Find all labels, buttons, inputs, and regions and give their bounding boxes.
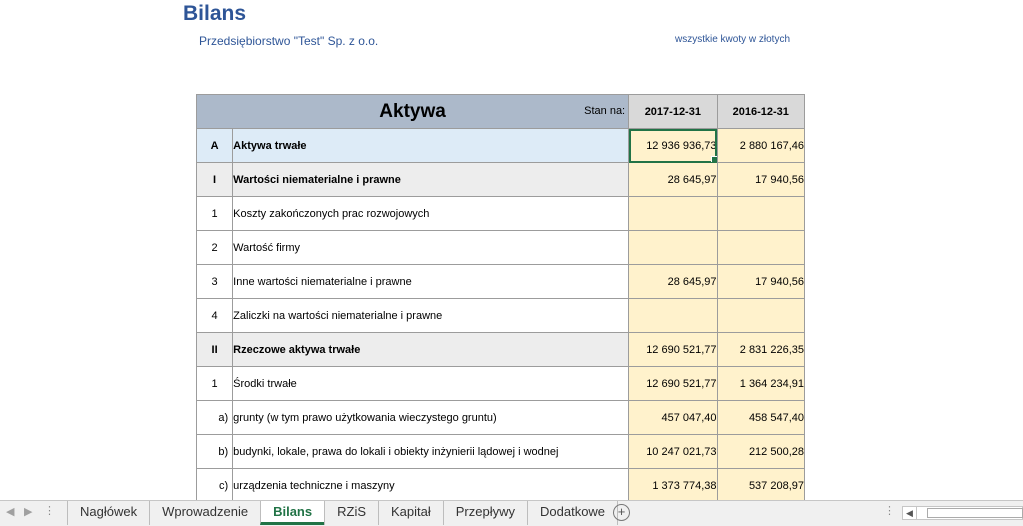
table-row: I Wartości niematerialne i prawne 28 645… [195, 162, 806, 197]
row-index[interactable]: a) [195, 400, 234, 435]
value-cell-previous[interactable] [716, 230, 806, 265]
table-row: 3 Inne wartości niematerialne i prawne 2… [195, 264, 806, 299]
row-description[interactable]: Aktywa trwałe [232, 128, 630, 163]
row-index[interactable]: c) [195, 468, 234, 500]
sheet-tab-bar: ◀ ▶ ⋮ Nagłówek Wprowadzenie Bilans RZiS … [0, 500, 1023, 526]
scroll-split-dots-icon[interactable]: ⋮ [884, 504, 895, 517]
scroll-left-icon[interactable]: ◀ [903, 507, 917, 519]
value-cell-previous[interactable] [716, 196, 806, 231]
value-cell-previous[interactable]: 2 880 167,46 [716, 128, 806, 163]
scrollbar-thumb[interactable] [927, 508, 1023, 518]
table-row: c) urządzenia techniczne i maszyny 1 373… [195, 468, 806, 500]
date-header-current[interactable]: 2017-12-31 [628, 94, 718, 129]
sheet-tabs: Nagłówek Wprowadzenie Bilans RZiS Kapita… [67, 501, 619, 526]
fill-handle[interactable] [710, 156, 717, 162]
row-description[interactable]: grunty (w tym prawo użytkowania wieczyst… [232, 400, 630, 435]
row-index[interactable]: 4 [195, 298, 234, 333]
company-name: Przedsiębiorstwo "Test" Sp. z o.o. [199, 34, 379, 48]
table-row: A Aktywa trwałe 12 936 936,73 2 880 167,… [195, 128, 806, 163]
value-cell-current[interactable]: 12 690 521,77 [628, 366, 718, 401]
value-cell-current[interactable]: 28 645,97 [628, 162, 718, 197]
stan-label: Stan na: [584, 105, 626, 117]
row-description[interactable]: Zaliczki na wartości niematerialne i pra… [232, 298, 630, 333]
value-cell-previous[interactable]: 17 940,56 [716, 162, 806, 197]
table-title: Aktywa [379, 100, 446, 122]
tab-overflow-dots-icon: ⋮ [44, 505, 55, 517]
date-header-previous[interactable]: 2016-12-31 [716, 94, 806, 129]
value-cell-previous[interactable]: 1 364 234,91 [716, 366, 806, 401]
table-header-row: Aktywa Stan na: 2017-12-31 2016-12-31 [195, 94, 806, 129]
row-index[interactable]: b) [195, 434, 234, 469]
table-row: II Rzeczowe aktywa trwałe 12 690 521,77 … [195, 332, 806, 367]
row-description[interactable]: Inne wartości niematerialne i prawne [232, 264, 630, 299]
horizontal-scrollbar[interactable]: ◀ [902, 506, 1023, 520]
balance-table: Aktywa Stan na: 2017-12-31 2016-12-31 A … [195, 94, 806, 500]
table-row: 1 Koszty zakończonych prac rozwojowych [195, 196, 806, 231]
table-row: 4 Zaliczki na wartości niematerialne i p… [195, 298, 806, 333]
row-index[interactable]: 1 [195, 366, 234, 401]
table-row: 1 Środki trwałe 12 690 521,77 1 364 234,… [195, 366, 806, 401]
tab-dodatkowe[interactable]: Dodatkowe [527, 501, 619, 525]
tab-naglowek[interactable]: Nagłówek [67, 501, 149, 525]
value-cell-current[interactable] [628, 196, 718, 231]
value-cell-previous[interactable] [716, 298, 806, 333]
chevron-right-icon[interactable]: ▶ [24, 505, 32, 518]
value-cell-current[interactable]: 1 373 774,38 [628, 468, 718, 500]
chevron-left-icon[interactable]: ◀ [6, 505, 14, 518]
amounts-note: wszystkie kwoty w złotych [675, 34, 791, 45]
value-cell-current[interactable]: 457 047,40 [628, 400, 718, 435]
value-cell-previous[interactable]: 2 831 226,35 [716, 332, 806, 367]
tab-przeplywy[interactable]: Przepływy [442, 501, 527, 525]
row-description[interactable]: Wartość firmy [232, 230, 630, 265]
value-cell-current[interactable]: 10 247 021,73 [628, 434, 718, 469]
table-row: a) grunty (w tym prawo użytkowania wiecz… [195, 400, 806, 435]
tab-wprowadzenie[interactable]: Wprowadzenie [149, 501, 260, 525]
value-text: 12 936 936,73 [646, 139, 717, 152]
value-cell-previous[interactable]: 458 547,40 [716, 400, 806, 435]
row-description[interactable]: Wartości niematerialne i prawne [232, 162, 630, 197]
row-index[interactable]: 3 [195, 264, 234, 299]
value-cell-current[interactable]: 28 645,97 [628, 264, 718, 299]
table-title-cell[interactable]: Aktywa Stan na: [195, 94, 630, 129]
plus-circle-icon[interactable]: + [613, 504, 630, 521]
table-row: b) budynki, lokale, prawa do lokali i ob… [195, 434, 806, 469]
value-cell-previous[interactable]: 537 208,97 [716, 468, 806, 500]
value-cell-previous[interactable]: 17 940,56 [716, 264, 806, 299]
row-index[interactable]: 2 [195, 230, 234, 265]
worksheet: Bilans Przedsiębiorstwo "Test" Sp. z o.o… [0, 0, 1023, 500]
row-index[interactable]: II [195, 332, 234, 367]
value-cell-current[interactable] [628, 230, 718, 265]
tab-kapital[interactable]: Kapitał [378, 501, 443, 525]
value-cell-current[interactable] [628, 298, 718, 333]
row-description[interactable]: Rzeczowe aktywa trwałe [232, 332, 630, 367]
row-description[interactable]: budynki, lokale, prawa do lokali i obiek… [232, 434, 630, 469]
value-cell-current[interactable]: 12 936 936,73 [628, 128, 718, 163]
row-description[interactable]: urządzenia techniczne i maszyny [232, 468, 630, 500]
table-row: 2 Wartość firmy [195, 230, 806, 265]
row-index[interactable]: I [195, 162, 234, 197]
tab-rzis[interactable]: RZiS [324, 501, 378, 525]
page-title: Bilans [183, 2, 247, 25]
row-description[interactable]: Środki trwałe [232, 366, 630, 401]
value-cell-previous[interactable]: 212 500,28 [716, 434, 806, 469]
row-index[interactable]: A [195, 128, 234, 163]
tab-bilans[interactable]: Bilans [260, 501, 325, 525]
value-cell-current[interactable]: 12 690 521,77 [628, 332, 718, 367]
row-description[interactable]: Koszty zakończonych prac rozwojowych [232, 196, 630, 231]
row-index[interactable]: 1 [195, 196, 234, 231]
